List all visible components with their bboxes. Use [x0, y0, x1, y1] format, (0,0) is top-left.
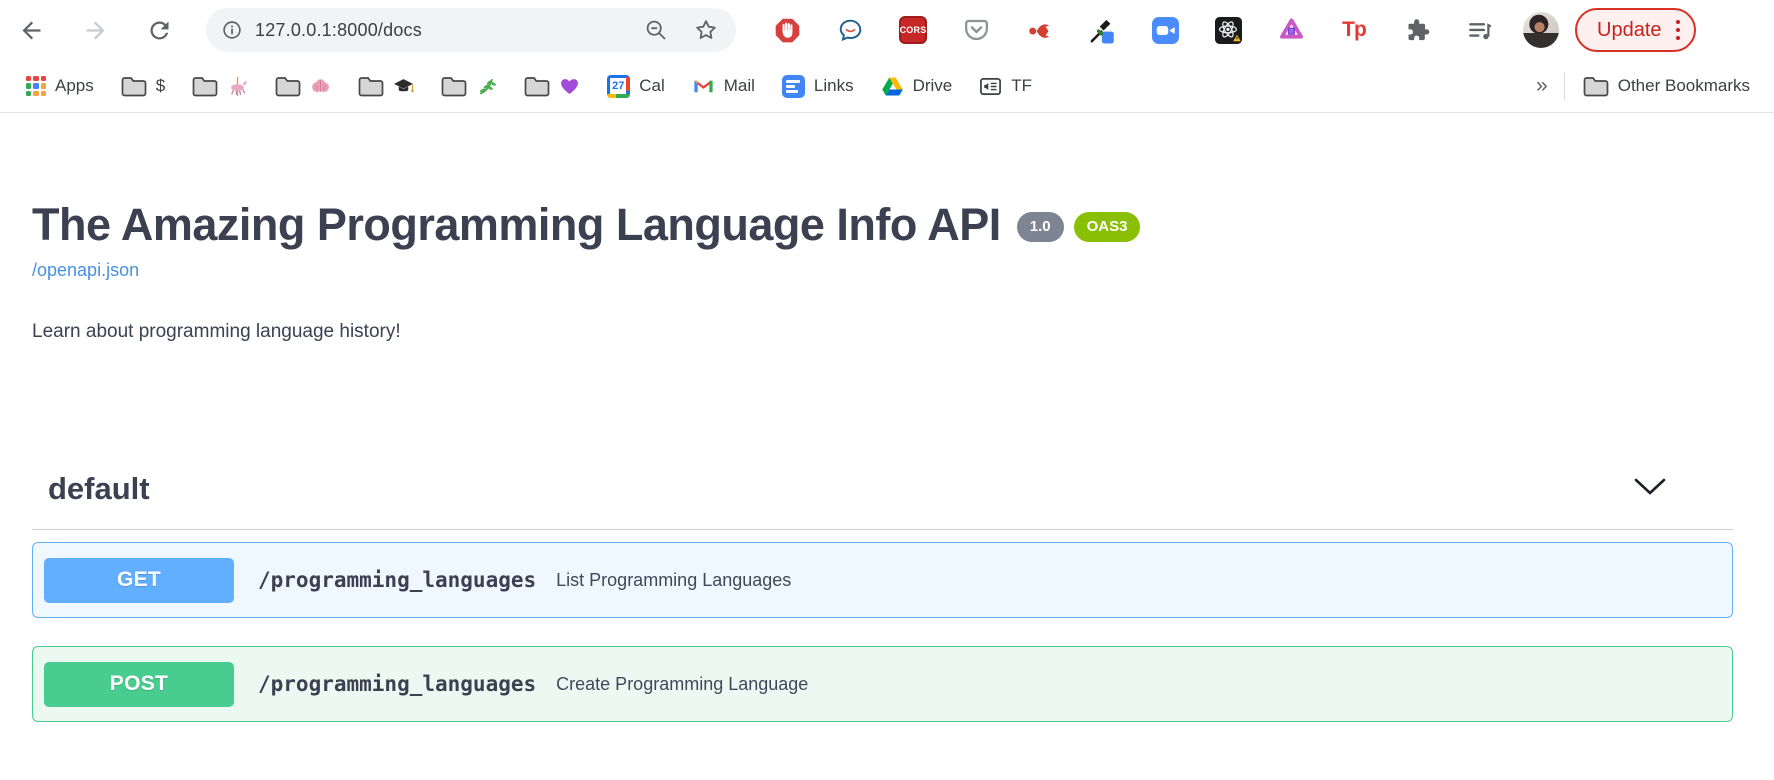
forward-icon — [82, 17, 109, 44]
zoom-out-icon[interactable] — [644, 18, 668, 42]
bookmark-folder-graduation[interactable] — [358, 75, 414, 97]
playlist-icon — [1467, 17, 1494, 44]
herb-emoji — [476, 76, 497, 97]
bookmark-apps[interactable]: Apps — [26, 76, 94, 96]
reload-icon — [146, 17, 173, 44]
colorzilla-extension[interactable] — [1087, 15, 1117, 45]
bookmark-folder-herb[interactable] — [441, 75, 497, 97]
bookmarks-divider — [1564, 72, 1565, 100]
openapi-json-link[interactable]: /openapi.json — [32, 260, 139, 281]
folder-icon — [275, 75, 301, 97]
profile-avatar[interactable] — [1523, 12, 1559, 48]
oas3-badge: OAS3 — [1074, 212, 1141, 242]
folder-icon — [524, 75, 550, 97]
folder-icon — [121, 75, 147, 97]
google-drive-icon — [881, 75, 904, 98]
section-title: default — [48, 471, 150, 507]
bookmark-drive[interactable]: Drive — [881, 75, 953, 98]
bookmark-folder-purple-heart[interactable] — [524, 75, 580, 97]
gmail-icon — [692, 75, 715, 98]
blue-list-icon — [782, 75, 805, 98]
endpoint-row-post-programming-languages[interactable]: POST /programming_languages Create Progr… — [32, 646, 1733, 722]
extensions-row: CORS — [772, 15, 1495, 45]
browser-menu-kebab-icon[interactable] — [1676, 20, 1681, 41]
red-share-icon — [1026, 17, 1053, 44]
endpoint-summary: List Programming Languages — [556, 570, 791, 591]
extensions-menu[interactable] — [1402, 15, 1432, 45]
endpoint-path: /programming_languages — [258, 672, 536, 696]
forward-button[interactable] — [78, 13, 112, 47]
google-calendar-icon: 27 — [607, 75, 630, 98]
tp-icon: Tp — [1342, 18, 1366, 42]
carousel-horse-emoji — [227, 76, 248, 97]
pocket-icon — [963, 17, 990, 44]
reload-button[interactable] — [142, 13, 176, 47]
site-info-icon[interactable] — [221, 19, 243, 41]
folder-icon — [1583, 75, 1609, 97]
url-text: 127.0.0.1:8000/docs — [255, 20, 422, 41]
bookmark-folder-brain[interactable] — [275, 75, 331, 97]
zoom-camera-icon — [1152, 17, 1179, 44]
folder-icon — [358, 75, 384, 97]
bookmark-links[interactable]: Links — [782, 75, 854, 98]
endpoint-summary: Create Programming Language — [556, 674, 808, 695]
bookmark-folder-finance[interactable]: $ — [121, 75, 165, 97]
back-button[interactable] — [14, 13, 48, 47]
doc-speaker-icon — [979, 75, 1002, 98]
brain-emoji — [310, 76, 331, 97]
zoom-extension[interactable] — [1150, 15, 1180, 45]
section-default-header[interactable]: default — [32, 471, 1733, 530]
react-devtools-icon — [1215, 17, 1242, 44]
recycle-extension[interactable] — [1276, 15, 1306, 45]
pocket-extension[interactable] — [961, 15, 991, 45]
playlist-extension[interactable] — [1465, 15, 1495, 45]
graduation-cap-emoji — [393, 76, 414, 97]
api-description: Learn about programming language history… — [32, 321, 1733, 343]
adblock-extension[interactable] — [772, 15, 802, 45]
bookmarks-overflow-chevron[interactable]: » — [1520, 74, 1564, 98]
cors-icon: CORS — [899, 16, 927, 44]
bookmark-folder-carousel-horse[interactable] — [192, 75, 248, 97]
endpoint-path: /programming_languages — [258, 568, 536, 592]
other-bookmarks[interactable]: Other Bookmarks — [1583, 75, 1750, 97]
bookmark-gmail[interactable]: Mail — [692, 75, 755, 98]
bookmarks-bar: Apps $ — [0, 60, 1774, 113]
back-icon — [18, 17, 45, 44]
bookmark-calendar[interactable]: 27 Cal — [607, 75, 665, 98]
post-method-button[interactable]: POST — [44, 662, 234, 707]
adblock-hand-icon — [774, 17, 801, 44]
apps-grid-icon — [26, 76, 46, 96]
extensions-puzzle-icon — [1404, 17, 1431, 44]
swagger-page: The Amazing Programming Language Info AP… — [0, 198, 1774, 722]
share-extension[interactable] — [1024, 15, 1054, 45]
address-bar[interactable]: 127.0.0.1:8000/docs — [206, 8, 736, 52]
page-title: The Amazing Programming Language Info AP… — [32, 198, 1001, 252]
browser-toolbar: 127.0.0.1:8000/docs — [0, 0, 1774, 60]
cors-extension[interactable]: CORS — [898, 15, 928, 45]
chat-bubble-icon — [837, 17, 864, 44]
bookmark-star-icon[interactable] — [694, 18, 718, 42]
get-method-button[interactable]: GET — [44, 558, 234, 603]
colorzilla-eyedropper-icon — [1089, 17, 1116, 44]
react-devtools-extension[interactable] — [1213, 15, 1243, 45]
chat-extension[interactable] — [835, 15, 865, 45]
purple-heart-emoji — [559, 76, 580, 97]
endpoint-row-get-programming-languages[interactable]: GET /programming_languages List Programm… — [32, 542, 1733, 618]
recycle-icon — [1278, 17, 1305, 44]
tp-extension[interactable]: Tp — [1339, 15, 1369, 45]
bookmark-tf[interactable]: TF — [979, 75, 1032, 98]
version-badge: 1.0 — [1017, 212, 1064, 242]
folder-icon — [441, 75, 467, 97]
folder-icon — [192, 75, 218, 97]
update-button[interactable]: Update — [1575, 8, 1696, 52]
chevron-down-icon[interactable] — [1633, 477, 1667, 502]
